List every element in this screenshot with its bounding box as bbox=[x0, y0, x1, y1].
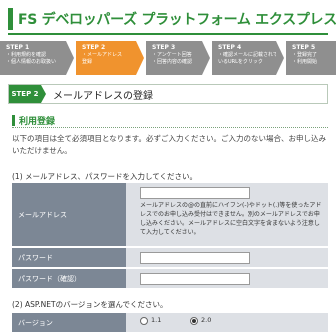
step-1-line-2: ・個人情報のお取扱い bbox=[6, 59, 57, 65]
section-title: 利用登録 bbox=[19, 117, 56, 127]
header-underline bbox=[8, 33, 328, 35]
step-3-number: STEP 3 bbox=[152, 44, 176, 51]
current-step-title: メールアドレスの登録 bbox=[53, 91, 153, 102]
step-2-number: STEP 2 bbox=[82, 44, 106, 51]
header-accent-bar bbox=[8, 8, 13, 30]
version-value-cell: 1.1 2.0 bbox=[126, 313, 328, 332]
password-row: パスワード bbox=[12, 247, 328, 267]
question-1-label: (1) メールアドレス、パスワードを入力してください。 bbox=[12, 172, 198, 181]
section-heading: 利用登録 bbox=[12, 114, 328, 128]
version-option-1-1-label: 1.1 bbox=[151, 316, 162, 324]
step-4-line-2: いるURLをクリック bbox=[218, 59, 263, 65]
password-confirm-label: パスワード（確認） bbox=[12, 269, 126, 288]
version-radio-2-0[interactable] bbox=[190, 317, 198, 325]
version-radio-1-1[interactable] bbox=[140, 317, 148, 325]
step-4-number: STEP 4 bbox=[218, 44, 242, 51]
step-2-line-2: 登録 bbox=[82, 59, 93, 65]
email-note: メールアドレスの@の直前にハイフン(-)やドット(.)等を使ったアドレスでのお申… bbox=[140, 202, 322, 236]
step-2-arrow bbox=[136, 41, 144, 75]
password-confirm-value-cell bbox=[126, 269, 328, 288]
current-step-badge-arrow bbox=[41, 85, 46, 103]
password-value-cell bbox=[126, 248, 328, 267]
step-3: STEP 3 ・アンケート回答 ・回答内容の確認 bbox=[146, 41, 202, 75]
page-title: FS デベロッパーズ プラットフォーム エクスプレス bbox=[18, 12, 336, 28]
required-fields-notice: 以下の項目は全て必須項目となります。必ずご入力ください。ご入力のない場合、お申し… bbox=[12, 134, 327, 155]
password-input[interactable] bbox=[140, 252, 250, 264]
step-3-line-1: ・アンケート回答 bbox=[152, 52, 192, 58]
password-label: パスワード bbox=[12, 248, 126, 267]
version-label: バージョン bbox=[12, 313, 126, 332]
page-header: FS デベロッパーズ プラットフォーム エクスプレス bbox=[0, 0, 336, 40]
step-4-line-1: ・確認メールに記載されて bbox=[218, 52, 276, 58]
password-confirm-input[interactable] bbox=[140, 273, 250, 285]
email-label: メールアドレス bbox=[12, 183, 126, 246]
email-row: メールアドレス メールアドレスの@の直前にハイフン(-)やドット(.)等を使った… bbox=[12, 182, 328, 246]
question-2-label: (2) ASP.NETのバージョンを選んでください。 bbox=[12, 300, 168, 309]
email-input[interactable] bbox=[140, 187, 250, 199]
step-1-arrow bbox=[66, 41, 74, 75]
step-5-line-1: ・登録完了 bbox=[292, 52, 318, 58]
email-value-cell: メールアドレスの@の直前にハイフン(-)やドット(.)等を使ったアドレスでのお申… bbox=[126, 183, 328, 246]
version-row: バージョン 1.1 2.0 bbox=[12, 312, 328, 332]
version-option-2-0-label: 2.0 bbox=[201, 316, 212, 324]
step-5-line-2: ・利用開始 bbox=[292, 59, 318, 65]
step-1-line-1: ・利用規約を確認 bbox=[6, 52, 47, 58]
step-1: STEP 1 ・利用規約を確認 ・個人情報のお取扱い bbox=[0, 41, 66, 75]
step-2-line-1: ・メールアドレス bbox=[82, 52, 123, 58]
section-heading-marker bbox=[12, 115, 15, 126]
current-step-badge: STEP 2 bbox=[9, 85, 41, 103]
step-3-line-2: ・回答内容の確認 bbox=[152, 59, 193, 65]
step-5: STEP 5 ・登録完了 ・利用開始 bbox=[286, 41, 336, 75]
step-3-arrow bbox=[202, 41, 210, 75]
step-4: STEP 4 ・確認メールに記載されて いるURLをクリック bbox=[212, 41, 276, 75]
step-5-number: STEP 5 bbox=[292, 44, 316, 51]
step-2: STEP 2 ・メールアドレス 登録 bbox=[76, 41, 136, 75]
current-step-bar: STEP 2 メールアドレスの登録 bbox=[8, 84, 328, 104]
step-1-number: STEP 1 bbox=[6, 44, 30, 51]
password-confirm-row: パスワード（確認） bbox=[12, 268, 328, 288]
step-4-arrow bbox=[276, 41, 284, 75]
step-progress: STEP 1 ・利用規約を確認 ・個人情報のお取扱い STEP 2 ・メールアド… bbox=[0, 41, 336, 75]
